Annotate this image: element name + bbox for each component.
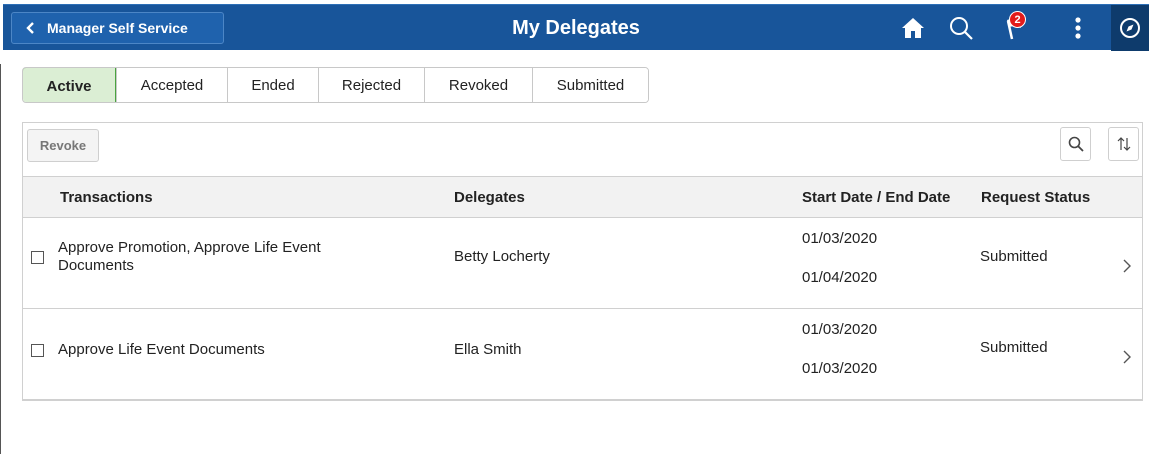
grid-toolbar: Revoke <box>23 123 1142 177</box>
left-border-line <box>0 0 1 454</box>
compass-icon <box>1120 18 1140 38</box>
column-header-transactions[interactable]: Transactions <box>60 177 153 217</box>
tab-ended[interactable]: Ended <box>227 68 318 102</box>
row-select-checkbox[interactable] <box>31 251 44 264</box>
search-button[interactable] <box>941 5 981 51</box>
grid-header-row: Transactions Delegates Start Date / End … <box>23 177 1142 218</box>
tab-revoked[interactable]: Revoked <box>424 68 532 102</box>
status-cell: Submitted <box>980 339 1048 356</box>
column-header-request-status[interactable]: Request Status <box>981 177 1090 217</box>
home-icon <box>902 18 924 38</box>
actions-menu-button[interactable] <box>1063 5 1093 51</box>
row-select-checkbox[interactable] <box>31 344 44 357</box>
column-header-delegates[interactable]: Delegates <box>454 177 525 217</box>
status-cell: Submitted <box>980 248 1048 265</box>
more-vert-icon <box>1075 17 1081 39</box>
grid-search-button[interactable] <box>1060 127 1091 161</box>
delegate-cell: Betty Locherty <box>454 248 550 265</box>
status-tabs: Active Accepted Ended Rejected Revoked S… <box>22 67 649 103</box>
tab-rejected[interactable]: Rejected <box>318 68 424 102</box>
grid-sort-button[interactable] <box>1108 127 1139 161</box>
end-date-cell: 01/04/2020 <box>802 269 878 286</box>
delegate-cell: Ella Smith <box>454 341 522 358</box>
back-button[interactable]: Manager Self Service <box>11 12 224 44</box>
search-icon <box>1068 136 1084 152</box>
transactions-cell: Approve Life Event Documents <box>58 341 265 358</box>
notifications-button[interactable]: 2 <box>995 5 1039 51</box>
column-header-dates[interactable]: Start Date / End Date <box>802 177 950 217</box>
home-button[interactable] <box>893 5 933 51</box>
revoke-button[interactable]: Revoke <box>27 129 99 162</box>
back-button-label: Manager Self Service <box>47 20 188 36</box>
page-header: Manager Self Service My Delegates 2 <box>0 0 1153 64</box>
tab-submitted[interactable]: Submitted <box>532 68 648 102</box>
sort-icon <box>1117 137 1130 151</box>
table-row[interactable]: Approve Life Event Documents Ella Smith … <box>23 309 1142 400</box>
table-row[interactable]: Approve Promotion, Approve Life Event Do… <box>23 218 1142 309</box>
tab-accepted[interactable]: Accepted <box>116 68 227 102</box>
notification-badge: 2 <box>1009 11 1026 28</box>
start-date-cell: 01/03/2020 <box>802 321 878 338</box>
chevron-right-icon <box>1123 350 1131 364</box>
banner-bar: Manager Self Service My Delegates 2 <box>3 4 1149 51</box>
chevron-right-icon <box>1123 259 1131 273</box>
search-icon <box>950 17 973 40</box>
tab-active[interactable]: Active <box>23 68 116 102</box>
delegates-grid: Revoke Transactions Delegates Start Date… <box>22 122 1143 401</box>
navbar-button[interactable] <box>1111 5 1149 51</box>
back-chevron-icon <box>26 22 34 34</box>
start-date-cell: 01/03/2020 <box>802 230 878 247</box>
end-date-cell: 01/03/2020 <box>802 360 878 377</box>
transactions-cell: Approve Promotion, Approve Life Event Do… <box>58 239 321 274</box>
